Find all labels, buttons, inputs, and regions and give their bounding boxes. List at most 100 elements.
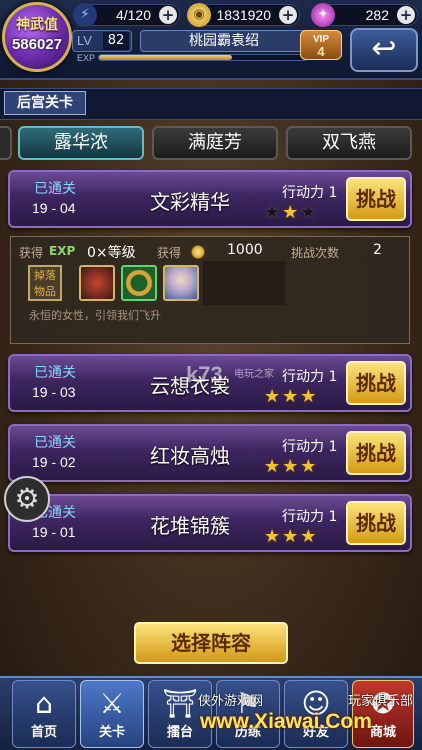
vip-badge[interactable]: VIP 4 <box>300 30 342 60</box>
exp-tag: EXP <box>49 244 76 258</box>
level-label: LV <box>77 33 92 48</box>
stage-card[interactable]: 已通关 19 - 04 文彩精华 行动力 1 ★★★ 挑战 <box>8 170 412 228</box>
energy-value: 4/120 <box>115 7 151 23</box>
star-filled-icon: ★ <box>282 526 301 547</box>
stage-energy-cost: 行动力 1 <box>282 185 338 201</box>
challenge-button[interactable]: 挑战 <box>346 431 406 475</box>
stage-stars: ★★★ <box>264 202 318 223</box>
add-coin-button[interactable]: + <box>279 6 297 24</box>
nav-arena[interactable]: ⛩ 擂台 <box>148 680 212 748</box>
player-avatar[interactable]: 神武值 586027 <box>2 2 72 72</box>
hero-portrait-reward-icon[interactable] <box>163 265 199 301</box>
power-value: 586027 <box>11 36 63 53</box>
nav-label: 首页 <box>30 725 57 740</box>
stage-status: 已通关 <box>34 181 76 197</box>
coin-icon <box>191 245 205 259</box>
player-name: 桃园霸袁绍 <box>140 30 308 52</box>
stage-stars: ★★★ <box>264 456 318 477</box>
exp-reward-value: 0×等级 <box>87 245 136 261</box>
section-title: 后宫关卡 <box>4 91 86 115</box>
nav-label: 历练 <box>234 725 261 740</box>
challenge-button[interactable]: 挑战 <box>346 501 406 545</box>
armor-reward-icon[interactable] <box>79 265 115 301</box>
stage-stars: ★★★ <box>264 386 318 407</box>
stage-energy-cost: 行动力 1 <box>282 509 338 525</box>
nav-training[interactable]: ⚑ 历练 <box>216 680 280 748</box>
star-filled-icon: ★ <box>282 456 301 477</box>
stage-name: 花堆锦簇 <box>150 514 230 538</box>
exp-reward-label: 获得 <box>19 246 44 260</box>
level-badge: LV 82 <box>72 30 132 52</box>
star-filled-icon: ★ <box>300 386 319 407</box>
stage-detail-panel: 获得 EXP 0×等级 获得 1000 挑战次数 2 掉落物品 永恒的女性，引领… <box>10 236 410 344</box>
coin-value: 1831920 <box>216 7 271 23</box>
tab-scroll-edge <box>0 126 12 160</box>
stage-status: 已通关 <box>34 365 76 381</box>
coin-icon: ◉ <box>187 3 211 27</box>
star-filled-icon: ★ <box>264 386 283 407</box>
star-empty-icon: ★ <box>300 202 319 223</box>
back-button[interactable]: ↩ <box>350 28 418 72</box>
gem-icon: ✦ <box>311 3 335 27</box>
star-filled-icon: ★ <box>282 386 301 407</box>
nav-stages[interactable]: ⚔ 关卡 <box>80 680 144 748</box>
home-icon: ⌂ <box>35 687 53 720</box>
nav-label: 关卡 <box>98 725 125 740</box>
star-filled-icon: ★ <box>264 456 283 477</box>
gem-value: 282 <box>365 7 389 23</box>
nav-shop[interactable]: ✪ 商城 <box>352 680 414 748</box>
nav-home[interactable]: ⌂ 首页 <box>12 680 76 748</box>
back-arrow-icon: ↩ <box>371 31 397 66</box>
star-filled-icon: ★ <box>264 526 283 547</box>
challenge-button[interactable]: 挑战 <box>346 177 406 221</box>
star-filled-icon: ★ <box>300 526 319 547</box>
tab-luhuanong[interactable]: 露华浓 <box>18 126 144 160</box>
star-filled-icon: ★ <box>300 456 319 477</box>
tab-mantingfang[interactable]: 满庭芳 <box>152 126 278 160</box>
drop-items-label: 掉落物品 <box>28 265 62 301</box>
coin-reward-label: 获得 <box>157 246 182 260</box>
stage-number: 19 - 03 <box>32 384 76 400</box>
tab-shuangfeiyan[interactable]: 双飞燕 <box>286 126 412 160</box>
reward-slot-empty <box>203 261 285 305</box>
nav-friends[interactable]: ☺ 好友 <box>284 680 348 748</box>
training-icon: ⚑ <box>235 687 261 720</box>
exp-bar <box>98 54 308 61</box>
gem-resource: ✦ 282 + <box>311 3 418 27</box>
gear-icon: ⚙ <box>14 482 40 515</box>
nav-label: 擂台 <box>166 725 193 740</box>
coin-resource: ◉ 1831920 + <box>187 3 300 27</box>
stage-number: 19 - 02 <box>32 454 76 470</box>
add-gem-button[interactable]: + <box>397 6 415 24</box>
star-empty-icon: ★ <box>264 202 283 223</box>
level-value: 82 <box>103 32 129 50</box>
stage-energy-cost: 行动力 1 <box>282 369 338 385</box>
stage-name: 红妆高烛 <box>150 444 230 468</box>
stage-card[interactable]: 已通关 19 - 03 云想衣裳 行动力 1 ★★★ 挑战 <box>8 354 412 412</box>
add-energy-button[interactable]: + <box>159 6 177 24</box>
friends-icon: ☺ <box>301 687 331 720</box>
stage-card[interactable]: 已通关 19 - 02 红妆高烛 行动力 1 ★★★ 挑战 <box>8 424 412 482</box>
select-lineup-button[interactable]: 选择阵容 <box>134 622 288 664</box>
attempts-label: 挑战次数 <box>291 246 340 260</box>
settings-button[interactable]: ⚙ <box>4 476 50 522</box>
stage-number: 19 - 01 <box>32 524 76 540</box>
stage-status: 已通关 <box>34 435 76 451</box>
avatar-title: 神武值 <box>16 17 58 33</box>
coin-reward-value: 1000 <box>227 242 263 258</box>
swords-icon: ⚔ <box>99 687 125 720</box>
nav-label: 好友 <box>302 725 329 740</box>
vip-level: 4 <box>317 44 325 59</box>
energy-resource: ⚡ 4/120 + <box>73 3 180 27</box>
star-filled-icon: ★ <box>282 202 301 223</box>
ring-reward-icon[interactable] <box>121 265 157 301</box>
stage-description: 永恒的女性，引领我们飞升 <box>29 309 161 322</box>
nav-label: 商城 <box>369 725 396 740</box>
arena-icon: ⛩ <box>162 687 198 720</box>
shop-icon: ✪ <box>371 687 395 720</box>
challenge-button[interactable]: 挑战 <box>346 361 406 405</box>
stage-card[interactable]: 已通关 19 - 01 花堆锦簇 行动力 1 ★★★ 挑战 <box>8 494 412 552</box>
energy-icon: ⚡ <box>73 3 97 27</box>
stage-number: 19 - 04 <box>32 200 76 216</box>
exp-label: EXP <box>77 53 96 63</box>
